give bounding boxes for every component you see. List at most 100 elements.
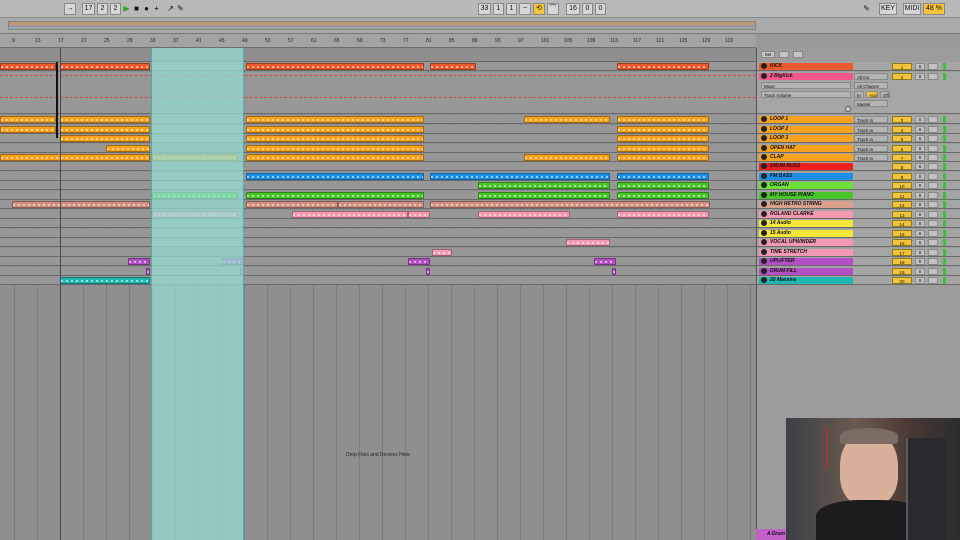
track-input-routing[interactable]: Track In	[854, 135, 888, 142]
track-name[interactable]: UPLIFTER	[759, 258, 853, 265]
clip[interactable]	[524, 116, 610, 123]
arm-button[interactable]	[928, 258, 938, 265]
track-lane[interactable]	[0, 267, 756, 276]
track-input-routing[interactable]: Track In	[854, 154, 888, 161]
stop-icon[interactable]: ■	[132, 4, 141, 14]
clip[interactable]	[617, 63, 709, 70]
clip[interactable]	[12, 201, 150, 208]
arm-button[interactable]	[928, 135, 938, 142]
clip-play-icon[interactable]	[761, 192, 767, 198]
clip[interactable]	[60, 63, 150, 70]
clip-play-icon[interactable]	[761, 163, 767, 169]
track-volume-knob[interactable]	[845, 106, 851, 112]
arm-button[interactable]	[928, 249, 938, 256]
track-input-routing[interactable]: Track In	[854, 126, 888, 133]
solo-button[interactable]: S	[915, 135, 925, 142]
arrangement-tracks-area[interactable]: Drop Files and Devices Here	[0, 48, 756, 540]
track-activator-button[interactable]: 5	[892, 135, 912, 142]
track-activator-button[interactable]: 13	[892, 211, 912, 218]
clip[interactable]	[594, 258, 616, 265]
track-name[interactable]: VOCAL UPWINDER	[759, 239, 853, 246]
track-name[interactable]: DRUM BUSS	[759, 163, 853, 170]
track-lane[interactable]	[0, 238, 756, 247]
track-volume-dropdown[interactable]: Track Volume	[761, 91, 851, 98]
clip[interactable]	[566, 239, 610, 246]
arm-button[interactable]	[928, 173, 938, 180]
loop-arrows-icon[interactable]: ↗	[166, 4, 175, 14]
clip[interactable]	[292, 211, 408, 218]
tempo-field-3[interactable]: 2	[110, 3, 121, 15]
set-button[interactable]: Set	[761, 51, 775, 58]
track-name[interactable]: 2 BigKick	[759, 73, 853, 80]
track-name[interactable]: LOOP 2	[759, 126, 853, 133]
solo-button[interactable]: S	[915, 258, 925, 265]
clip[interactable]	[617, 145, 709, 152]
solo-button[interactable]: S	[915, 192, 925, 199]
clip[interactable]	[246, 135, 424, 142]
track-name[interactable]: OPEN HAT	[759, 145, 853, 152]
track-lane[interactable]	[0, 162, 756, 171]
track-header[interactable]: UPLIFTER 18 S	[757, 257, 960, 266]
clip[interactable]	[426, 268, 430, 275]
track-name[interactable]: HIGH RETRO STRING	[759, 201, 853, 208]
track-header[interactable]: VOCAL UPWINDER 16 S	[757, 238, 960, 247]
solo-button[interactable]: S	[915, 182, 925, 189]
monitor-off-button[interactable]: Off	[880, 91, 890, 98]
solo-button[interactable]: S	[915, 73, 925, 80]
clip[interactable]	[0, 63, 56, 70]
clip[interactable]	[430, 173, 610, 180]
position-beat-field[interactable]: 1	[493, 3, 504, 15]
track-activator-button[interactable]: 15	[892, 230, 912, 237]
track-lane[interactable]	[0, 229, 756, 238]
track-header[interactable]: MY HOUSE PIANO 11 S	[757, 191, 960, 200]
arm-button[interactable]	[928, 220, 938, 227]
arm-button[interactable]	[928, 239, 938, 246]
clip[interactable]	[612, 268, 616, 275]
loop-length-beat-field[interactable]: 0	[582, 3, 593, 15]
track-input-routing[interactable]: All Ins	[854, 73, 888, 80]
track-header[interactable]: KICK 1 S	[757, 62, 960, 71]
add-icon[interactable]: +	[152, 4, 161, 14]
clip[interactable]	[617, 126, 709, 133]
clip-play-icon[interactable]	[761, 116, 767, 122]
clip-play-icon[interactable]	[761, 182, 767, 188]
clip[interactable]	[408, 211, 430, 218]
track-activator-button[interactable]: 1	[892, 63, 912, 70]
clip[interactable]	[0, 126, 56, 133]
mixer-dropdown[interactable]: Mixer	[761, 82, 851, 89]
track-lane[interactable]	[0, 219, 756, 228]
position-bar-field[interactable]: 33	[478, 3, 491, 15]
clip[interactable]	[430, 63, 476, 70]
track-name[interactable]: 14 Audio	[759, 220, 853, 227]
loop-length-bar-field[interactable]: 16	[566, 3, 580, 15]
track-activator-button[interactable]: 11	[892, 192, 912, 199]
clip[interactable]	[106, 145, 150, 152]
track-header[interactable]: 14 Audio 14 S	[757, 219, 960, 228]
track-activator-button[interactable]: 14	[892, 220, 912, 227]
wave-icon[interactable]: ~	[519, 3, 531, 15]
tempo-field-2[interactable]: 2	[97, 3, 108, 15]
solo-button[interactable]: S	[915, 249, 925, 256]
tempo-field-1[interactable]: 17	[82, 3, 95, 15]
solo-button[interactable]: S	[915, 230, 925, 237]
arm-button[interactable]	[928, 268, 938, 275]
track-name[interactable]: MY HOUSE PIANO	[759, 192, 853, 199]
clip[interactable]	[246, 126, 424, 133]
clip[interactable]	[408, 258, 430, 265]
track-activator-button[interactable]: 3	[892, 116, 912, 123]
track-header[interactable]: DRUM BUSS 8 S	[757, 162, 960, 171]
clip-play-icon[interactable]	[761, 249, 767, 255]
track-activator-button[interactable]: 8	[892, 163, 912, 170]
clip[interactable]	[478, 211, 570, 218]
solo-button[interactable]: S	[915, 116, 925, 123]
marker-next-button[interactable]	[793, 51, 803, 58]
clip-play-icon[interactable]	[761, 220, 767, 226]
arrangement-overview[interactable]	[0, 18, 960, 34]
clip[interactable]	[617, 135, 709, 142]
clip-play-icon[interactable]	[761, 154, 767, 160]
track-activator-button[interactable]: 12	[892, 201, 912, 208]
solo-button[interactable]: S	[915, 239, 925, 246]
play-icon[interactable]: ▶	[122, 4, 131, 14]
track-activator-button[interactable]: 16	[892, 239, 912, 246]
clip[interactable]	[246, 145, 424, 152]
